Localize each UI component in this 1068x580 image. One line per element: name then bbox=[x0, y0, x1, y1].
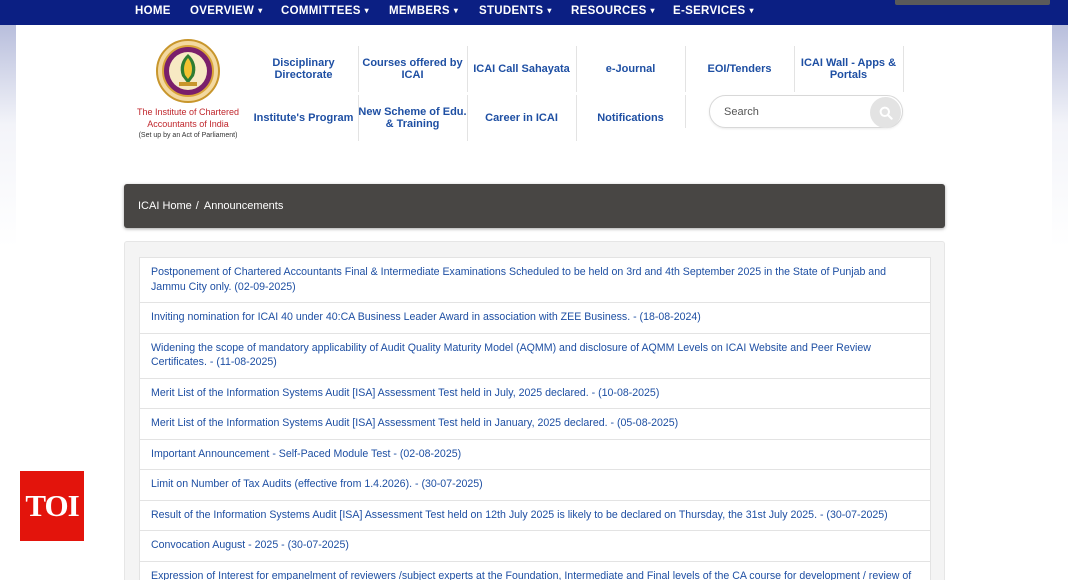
menu-disciplinary-directorate[interactable]: Disciplinary Directorate bbox=[249, 46, 358, 92]
menu-divider bbox=[685, 46, 686, 92]
left-page-shade bbox=[0, 25, 16, 580]
announcement-item[interactable]: Inviting nomination for ICAI 40 under 40… bbox=[140, 303, 930, 334]
search-button[interactable] bbox=[870, 97, 901, 128]
logo-subtitle: (Set up by an Act of Parliament) bbox=[138, 132, 238, 139]
chevron-down-icon: ▾ bbox=[749, 6, 754, 15]
breadcrumb-current: Announcements bbox=[203, 200, 284, 212]
breadcrumb: ICAI Home / Announcements bbox=[124, 184, 945, 228]
announcement-item[interactable]: Postponement of Chartered Accountants Fi… bbox=[140, 258, 930, 303]
menu-e-journal[interactable]: e-Journal bbox=[576, 46, 685, 92]
menu-divider bbox=[576, 95, 577, 141]
search-box bbox=[709, 95, 903, 128]
announcement-item[interactable]: Result of the Information Systems Audit … bbox=[140, 501, 930, 531]
nav-overview[interactable]: OVERVIEW ▾ bbox=[190, 0, 263, 25]
icai-logo[interactable]: The Institute of Chartered Accountants o… bbox=[126, 38, 250, 140]
announcement-item[interactable]: Expression of Interest for empanelment o… bbox=[140, 562, 930, 580]
nav-committees[interactable]: COMMITTEES ▾ bbox=[281, 0, 369, 25]
chevron-down-icon: ▾ bbox=[453, 6, 459, 15]
chevron-down-icon: ▾ bbox=[650, 6, 655, 15]
announcement-item[interactable]: Convocation August - 2025 - (30-07-2025) bbox=[140, 531, 930, 562]
toi-logo: TOI bbox=[20, 471, 84, 541]
announcement-item[interactable]: Merit List of the Information Systems Au… bbox=[140, 409, 930, 440]
nav-students[interactable]: STUDENTS ▾ bbox=[479, 0, 552, 25]
announcement-item[interactable]: Widening the scope of mandatory applicab… bbox=[140, 334, 930, 379]
chevron-down-icon: ▾ bbox=[547, 6, 552, 15]
menu-new-scheme[interactable]: New Scheme of Edu. & Training bbox=[358, 95, 467, 141]
menu-eoi-tenders[interactable]: EOI/Tenders bbox=[685, 46, 794, 92]
top-navigation-bar: HOME OVERVIEW ▾ COMMITTEES ▾ MEMBERS ▾ STUD… bbox=[0, 0, 1068, 25]
announcement-item[interactable]: Merit List of the Information Systems Au… bbox=[140, 379, 930, 409]
menu-divider bbox=[576, 46, 577, 92]
nav-members[interactable]: MEMBERS ▾ bbox=[389, 0, 458, 25]
announcement-item[interactable]: Limit on Number of Tax Audits (effective… bbox=[140, 470, 930, 501]
menu-divider bbox=[685, 95, 686, 128]
menu-divider bbox=[794, 46, 795, 92]
menu-courses-offered[interactable]: Courses offered by ICAI bbox=[358, 46, 467, 92]
nav-e-services[interactable]: E-SERVICES ▾ bbox=[673, 0, 754, 25]
chevron-down-icon: ▾ bbox=[364, 6, 369, 15]
icai-emblem-icon bbox=[156, 39, 220, 103]
menu-institutes-program[interactable]: Institute's Program bbox=[249, 95, 358, 141]
announcement-item[interactable]: Important Announcement - Self-Paced Modu… bbox=[140, 440, 930, 470]
menu-divider bbox=[358, 95, 359, 141]
search-icon bbox=[879, 106, 893, 120]
chevron-down-icon: ▾ bbox=[258, 6, 263, 15]
nav-resources[interactable]: RESOURCES ▾ bbox=[571, 0, 655, 25]
logo-name: The Institute of Chartered Accountants o… bbox=[136, 107, 240, 129]
breadcrumb-home-link[interactable]: ICAI Home bbox=[138, 200, 192, 212]
nav-home[interactable]: HOME bbox=[135, 0, 171, 25]
browser-customize-tab[interactable] bbox=[895, 0, 1050, 5]
search-input[interactable] bbox=[724, 104, 864, 120]
menu-icai-wall[interactable]: ICAI Wall - Apps & Portals bbox=[794, 46, 903, 92]
breadcrumb-separator: / bbox=[195, 200, 199, 212]
menu-divider bbox=[467, 95, 468, 141]
menu-divider bbox=[903, 46, 904, 92]
announcements-panel: Postponement of Chartered Accountants Fi… bbox=[124, 241, 945, 580]
announcements-list: Postponement of Chartered Accountants Fi… bbox=[139, 257, 931, 580]
menu-divider bbox=[358, 46, 359, 92]
right-page-shade bbox=[1052, 25, 1068, 580]
menu-divider bbox=[467, 46, 468, 92]
menu-call-sahayata[interactable]: ICAI Call Sahayata bbox=[467, 46, 576, 92]
menu-notifications[interactable]: Notifications bbox=[576, 95, 685, 141]
menu-career-in-icai[interactable]: Career in ICAI bbox=[467, 95, 576, 141]
